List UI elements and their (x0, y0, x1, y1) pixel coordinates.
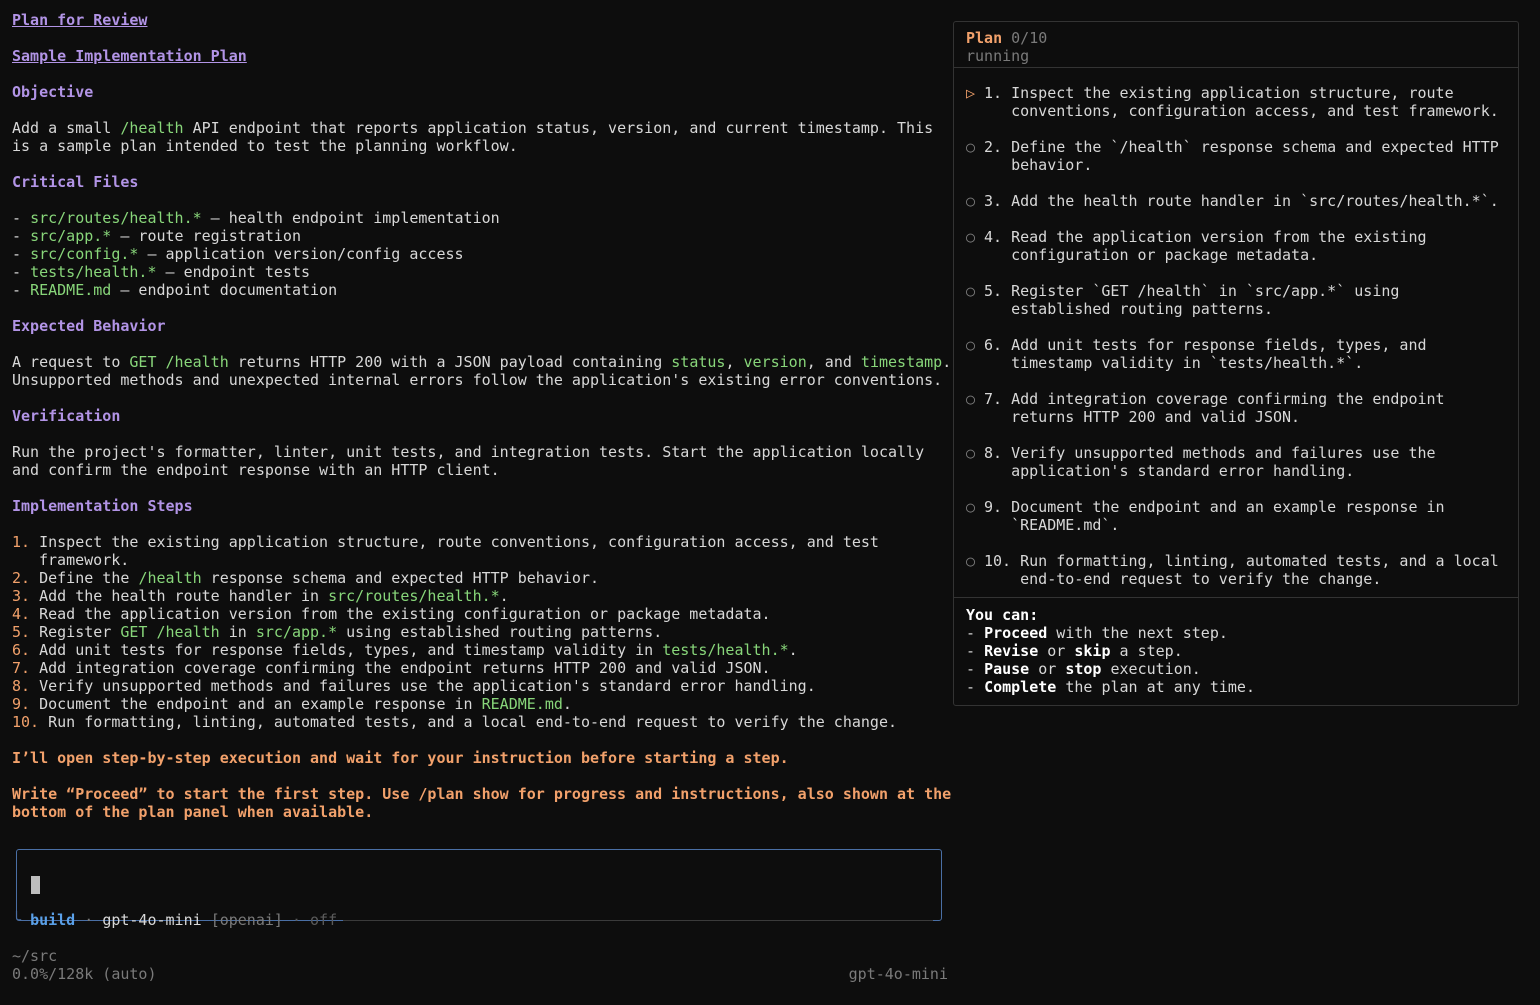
circle-icon: ○ (966, 498, 976, 516)
circle-icon: ○ (966, 390, 976, 408)
plan-steps: ▷ 1. Inspect the existing application str… (954, 68, 1518, 588)
list-item: 6. Add unit tests for response fields, t… (12, 641, 798, 659)
text-cursor (31, 876, 40, 894)
list-item: 1. Inspect the existing application stru… (12, 533, 879, 551)
expected-behavior-heading: Expected Behavior (12, 317, 166, 335)
instruction-note: Write “Proceed” to start the first step.… (12, 785, 952, 803)
circle-icon: ○ (966, 192, 976, 210)
list-item: 9. Document the endpoint and an example … (12, 695, 572, 713)
plan-panel: Plan 0/10 running ▷ 1. Inspect the existi… (953, 21, 1519, 706)
verification-heading: Verification (12, 407, 121, 425)
execution-note: I’ll open step-by-step execution and wai… (12, 749, 789, 767)
plan-step[interactable]: ○ 8. Verify unsupported methods and failu… (966, 444, 1506, 480)
list-item: 5. Register GET /health in src/app.* usi… (12, 623, 663, 641)
expected-behavior-text: A request to GET /health returns HTTP 20… (12, 353, 952, 371)
model-label[interactable]: gpt-4o-mini (102, 911, 201, 929)
conversation-transcript: Plan for Review Sample Implementation Pl… (12, 11, 952, 821)
working-directory: ~/src (12, 947, 58, 965)
plan-step[interactable]: ○ 7. Add integration coverage confirming … (966, 390, 1506, 426)
file-item: - tests/health.* — endpoint tests (12, 263, 311, 281)
circle-icon: ○ (966, 228, 976, 246)
list-item: 3. Add the health route handler in src/r… (12, 587, 509, 605)
help-line: - Proceed with the next step. (966, 624, 1228, 642)
circle-icon: ○ (966, 336, 976, 354)
file-item: - src/app.* — route registration (12, 227, 301, 245)
list-item: 10. Run formatting, linting, automated t… (12, 713, 898, 731)
help-line: - Revise or skip a step. (966, 642, 1183, 660)
circle-icon: ○ (966, 444, 976, 462)
you-can-label: You can: (966, 606, 1039, 624)
plan-status: running (966, 47, 1030, 65)
plan-step[interactable]: ○ 4. Read the application version from th… (966, 228, 1506, 264)
plan-title: Plan (966, 29, 1003, 47)
plan-actions-help: You can: - Proceed with the next step. -… (954, 597, 1518, 696)
file-item: - README.md — endpoint documentation (12, 281, 338, 299)
circle-icon: ○ (966, 552, 976, 570)
play-icon: ▷ (966, 84, 976, 102)
list-item: 4. Read the application version from the… (12, 605, 771, 623)
help-line: - Pause or stop execution. (966, 660, 1201, 678)
implementation-steps-heading: Implementation Steps (12, 497, 193, 515)
plan-step[interactable]: ○ 9. Document the endpoint and an example… (966, 498, 1506, 534)
plan-step[interactable]: ○ 6. Add unit tests for response fields, … (966, 336, 1506, 372)
provider-label: [openai] (210, 911, 283, 929)
plan-step[interactable]: ○ 2. Define the `/health` response schema… (966, 138, 1506, 174)
critical-files-heading: Critical Files (12, 173, 139, 191)
plan-progress: 0/10 (1011, 29, 1048, 47)
objective-text: Add a small /health API endpoint that re… (12, 119, 934, 137)
circle-icon: ○ (966, 138, 976, 156)
objective-heading: Objective (12, 83, 94, 101)
plan-review-link[interactable]: Plan for Review (12, 11, 147, 29)
context-usage: 0.0%/128k (auto) (12, 965, 157, 983)
list-item: 8. Verify unsupported methods and failur… (12, 677, 816, 695)
footer-model: gpt-4o-mini (848, 965, 948, 983)
list-item: 7. Add integration coverage confirming t… (12, 659, 771, 677)
file-item: - src/routes/health.* — health endpoint … (12, 209, 500, 227)
status-divider (343, 920, 934, 921)
plan-step[interactable]: ○ 10. Run formatting, linting, automated … (966, 552, 1506, 588)
list-item: 2. Define the /health response schema an… (12, 569, 600, 587)
reasoning-label[interactable]: off (310, 911, 337, 929)
input-status-line: ╰ build · gpt-4o-mini [openai] · off (12, 911, 944, 929)
plan-step[interactable]: ▷ 1. Inspect the existing application str… (966, 84, 1506, 120)
sample-plan-link[interactable]: Sample Implementation Plan (12, 47, 247, 65)
plan-step[interactable]: ○ 3. Add the health route handler in `src… (966, 192, 1506, 210)
verification-text: Run the project's formatter, linter, uni… (12, 443, 925, 461)
plan-step[interactable]: ○ 5. Register `GET /health` in `src/app.*… (966, 282, 1506, 318)
mode-label[interactable]: build (30, 911, 75, 929)
help-line: - Complete the plan at any time. (966, 678, 1255, 696)
plan-header: Plan 0/10 running (954, 22, 1518, 68)
circle-icon: ○ (966, 282, 976, 300)
file-item: - src/config.* — application version/con… (12, 245, 464, 263)
